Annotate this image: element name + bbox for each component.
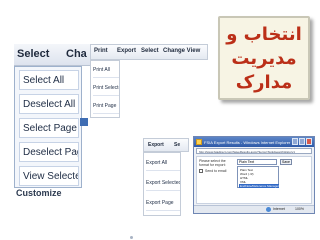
menu-title-export-c[interactable]: Export xyxy=(148,142,164,148)
close-icon[interactable] xyxy=(306,138,312,145)
select-menu-bar: Select Cha xyxy=(14,44,90,66)
toolbar-fragment-marker xyxy=(80,118,88,126)
menu-title-select[interactable]: Select xyxy=(141,48,159,54)
format-option-selected[interactable]: EndNote/Reference Manager/ProCite xyxy=(239,184,279,188)
security-zone: Internet xyxy=(273,207,285,211)
maximize-icon[interactable] xyxy=(299,138,305,145)
title-line-3: مدارک xyxy=(235,72,293,93)
export-menu-bar: Export Se xyxy=(143,138,189,152)
menu-title-select-fragment[interactable]: Se xyxy=(174,142,180,148)
zoom-level[interactable]: 100% xyxy=(295,207,304,211)
format-prompt: Please select the format for export: xyxy=(199,159,226,168)
menu-item-deselect-page[interactable]: Deselect Page xyxy=(19,142,79,162)
customize-fragment[interactable]: Customize xyxy=(16,188,62,198)
select-dropdown: Select All Deselect All Select Page Dese… xyxy=(14,66,82,188)
menu-title-print[interactable]: Print xyxy=(94,48,108,54)
print-dropdown: Print All Print Selected Print Page xyxy=(90,60,120,118)
bullet-marker xyxy=(130,236,133,239)
print-menu-bar: Print Export Select Change View xyxy=(90,44,208,60)
save-button[interactable]: Save xyxy=(280,159,292,165)
title-line-2: مدیریت xyxy=(231,48,297,69)
slide: Select Cha Select All Deselect All Selec… xyxy=(0,0,320,240)
minimize-icon[interactable] xyxy=(292,138,298,145)
title-line-1: انتخاب و xyxy=(226,24,302,45)
select-menu-title[interactable]: Select xyxy=(17,48,49,60)
dialog-body: Please select the format for export: Pla… xyxy=(196,156,312,204)
window-title-bar[interactable]: FSIA Export Results - Windows Internet E… xyxy=(194,137,314,147)
address-bar[interactable]: http://www.fsiadirect.com/SaveResults.as… xyxy=(196,148,312,154)
menu-item-select-all[interactable]: Select All xyxy=(19,70,79,90)
send-email-label: Send to email xyxy=(205,169,227,173)
menu-item-print-selected[interactable]: Print Selected xyxy=(93,81,119,96)
menu-item-export-all[interactable]: Export All xyxy=(146,155,180,171)
export-dropdown: Export All Export Selected Export Page xyxy=(143,152,181,216)
send-email-checkbox[interactable] xyxy=(199,169,203,173)
menu-item-select-page[interactable]: Select Page xyxy=(19,118,79,138)
menu-item-view-selected[interactable]: View Selected xyxy=(19,166,79,186)
menu-item-export-page[interactable]: Export Page xyxy=(146,195,180,211)
globe-icon xyxy=(266,207,271,212)
menu-item-print-all[interactable]: Print All xyxy=(93,63,119,78)
change-menu-title-fragment[interactable]: Cha xyxy=(66,48,87,60)
menu-title-change-view[interactable]: Change View xyxy=(163,48,200,54)
format-options-list[interactable]: Plain Text Word (.rtf) HTML XML EndNote/… xyxy=(237,166,279,188)
ie-app-icon xyxy=(196,139,202,145)
menu-title-export[interactable]: Export xyxy=(117,48,136,54)
format-select[interactable]: Plain Text xyxy=(237,159,277,165)
menu-item-export-selected[interactable]: Export Selected xyxy=(146,175,180,191)
window-controls xyxy=(292,138,312,145)
export-results-window: FSIA Export Results - Windows Internet E… xyxy=(193,136,315,214)
menu-item-print-page[interactable]: Print Page xyxy=(93,99,119,114)
window-title: FSIA Export Results - Windows Internet E… xyxy=(204,140,291,145)
title-banner: انتخاب و مدیریت مدارک xyxy=(218,16,310,100)
menu-item-deselect-all[interactable]: Deselect All xyxy=(19,94,79,114)
status-bar: Internet 100% xyxy=(194,205,314,213)
